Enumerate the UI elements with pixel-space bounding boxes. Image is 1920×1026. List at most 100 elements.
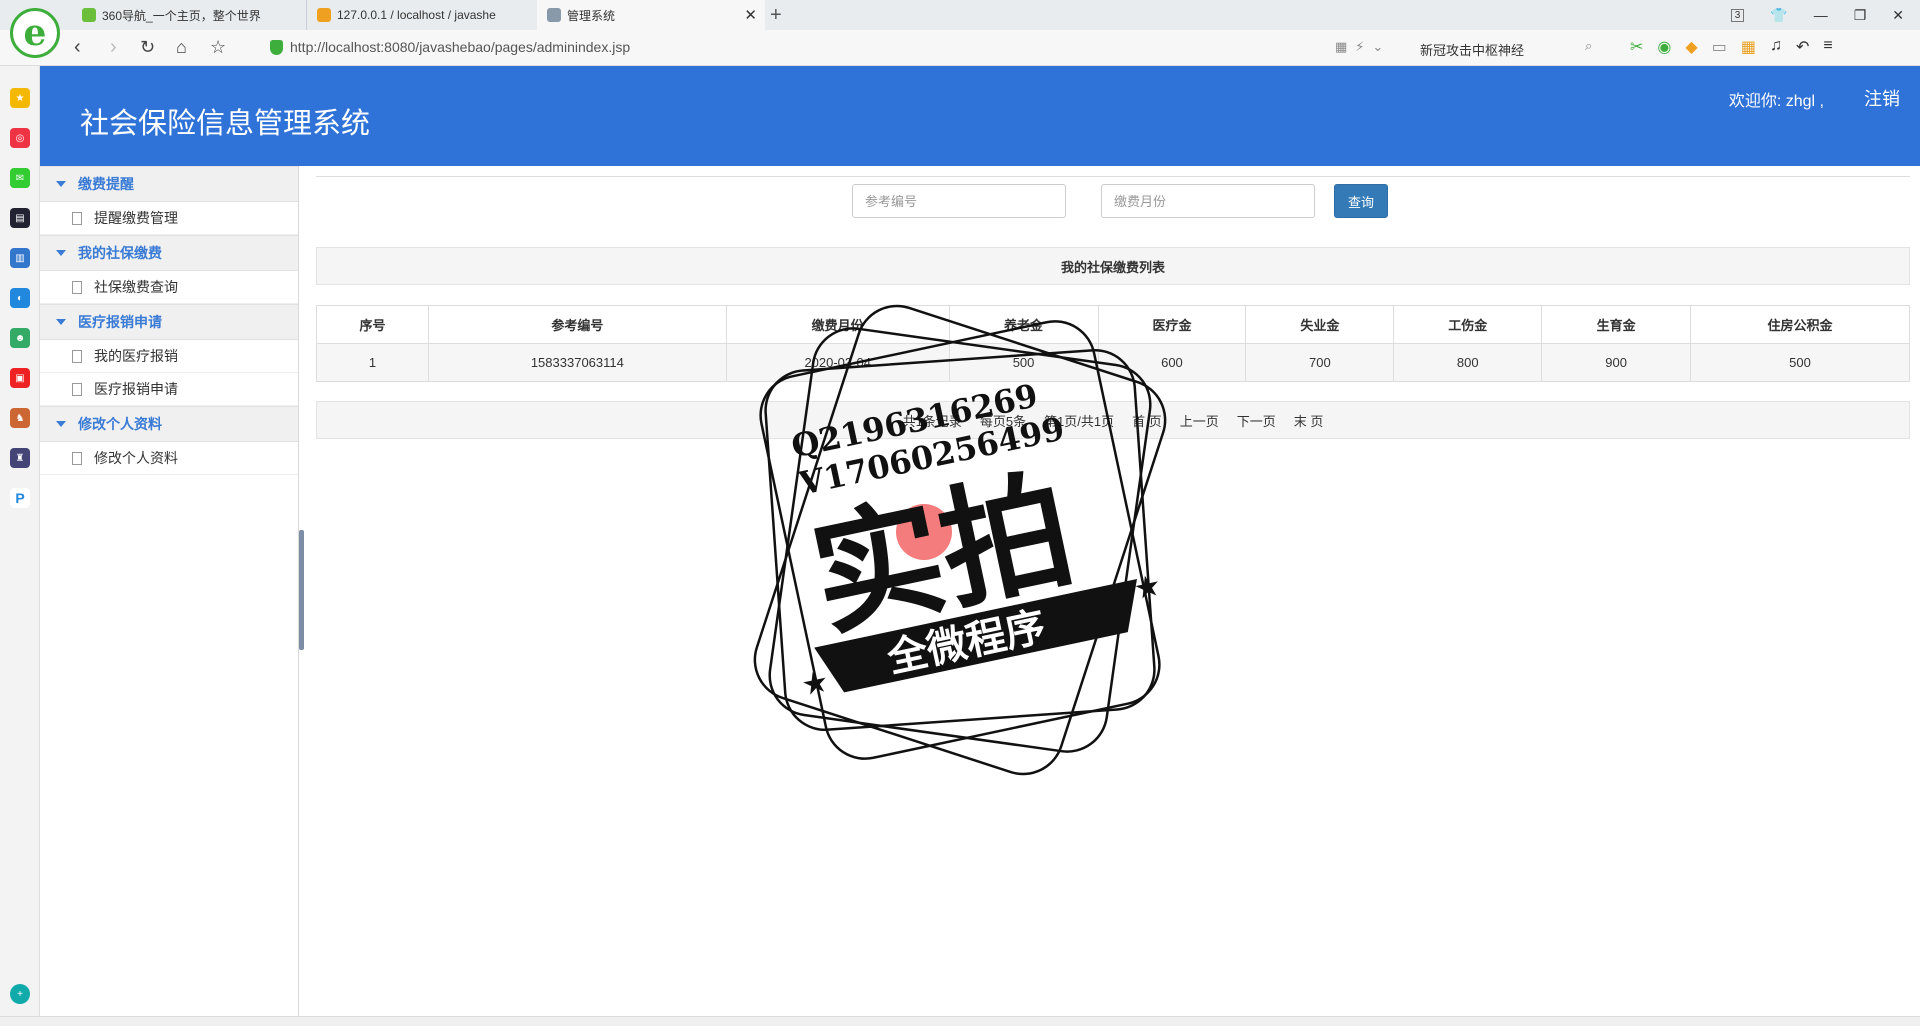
watermark-ribbon-text: 全微程序 — [883, 604, 1050, 682]
bookmark-star-icon[interactable]: ☆ — [210, 37, 226, 58]
address-bar: ‹ › ↻ ⌂ ☆ http://localhost:8080/javasheb… — [0, 30, 1920, 66]
reload-icon[interactable]: ↻ — [140, 37, 155, 58]
chat-app-icon[interactable]: ◐ — [10, 288, 30, 308]
home-icon[interactable]: ⌂ — [176, 37, 187, 58]
col-header-pension: 养老金 — [948, 305, 1099, 344]
close-window-icon[interactable]: ✕ — [1892, 7, 1904, 24]
tab-title: 管理系统 — [567, 8, 616, 23]
menu-group-my-insurance[interactable]: 我的社保缴费 — [40, 235, 298, 271]
browser-tab-360[interactable]: 360导航_一个主页，整个世界 — [72, 0, 300, 30]
menu-group-label: 医疗报销申请 — [78, 314, 162, 330]
url-tools-icons[interactable]: ▦⚡⌄ — [1335, 39, 1391, 55]
prev-page-link[interactable]: 上一页 — [1180, 411, 1219, 430]
game2-app-icon[interactable]: ♞ — [10, 408, 30, 428]
scissors-icon[interactable]: ✂ — [1630, 37, 1643, 57]
close-tab-icon[interactable]: ✕ — [744, 6, 757, 24]
sidebar-menu: 缴费提醒 提醒缴费管理 我的社保缴费 社保缴费查询 医疗报销申请 我的医疗报销 … — [40, 166, 299, 1016]
menu-group-medical-claims[interactable]: 医疗报销申请 — [40, 304, 298, 340]
next-page-link[interactable]: 下一页 — [1237, 411, 1276, 430]
pagination-bar: 共1条记录 每页5条 第1页/共1页 首 页 上一页 下一页 末 页 — [316, 401, 1910, 439]
shop-app-icon[interactable]: ▣ — [10, 368, 30, 388]
shirt-icon[interactable]: 👕 — [1770, 7, 1787, 24]
headphones-icon[interactable]: ♫ — [1770, 37, 1782, 57]
window-controls: 3 👕 — ❐ ✕ — [1730, 0, 1920, 30]
add-app-icon[interactable]: + — [10, 984, 30, 1004]
table-row[interactable]: 1 1583337063114 2020-03-04 500 600 700 8… — [316, 343, 1910, 382]
browser-tab-phpmyadmin[interactable]: 127.0.0.1 / localhost / javashe — [306, 0, 534, 30]
document-icon — [72, 211, 82, 225]
game3-app-icon[interactable]: ♜ — [10, 448, 30, 468]
first-page-link[interactable]: 首 页 — [1132, 411, 1162, 430]
browser-logo-icon[interactable]: e — [10, 8, 60, 58]
menu-group-payment-reminder[interactable]: 缴费提醒 — [40, 166, 298, 202]
restore-icon[interactable]: ❐ — [1854, 7, 1867, 24]
menu-item-reminder-management[interactable]: 提醒缴费管理 — [40, 202, 298, 235]
watermark-star-icon: ★ — [798, 664, 832, 704]
menu-item-label: 提醒缴费管理 — [94, 210, 178, 226]
cell-month: 2020-03-04 — [725, 343, 950, 382]
favorites-star-icon[interactable]: ★ — [10, 88, 30, 108]
menu-item-edit-profile[interactable]: 修改个人资料 — [40, 442, 298, 475]
reference-number-input[interactable] — [852, 184, 1066, 218]
minimize-icon[interactable]: — — [1814, 7, 1828, 23]
browser-search-input[interactable]: 新冠攻击中枢神经 — [1410, 35, 1600, 61]
browser-tab-admin[interactable]: 管理系统 ✕ — [537, 0, 765, 30]
cell-medical: 600 — [1097, 343, 1247, 382]
pay-app-icon[interactable]: P — [10, 488, 30, 508]
menu-item-label: 医疗报销申请 — [94, 381, 178, 397]
new-tab-icon[interactable]: + — [770, 4, 782, 27]
col-header-ref-no: 参考编号 — [427, 305, 727, 344]
cell-index: 1 — [316, 343, 429, 382]
mouse-cursor-highlight — [896, 504, 952, 560]
secure-shield-icon — [270, 40, 283, 55]
page-favicon-icon — [547, 8, 561, 22]
game-app-icon[interactable]: ☻ — [10, 328, 30, 348]
menu-item-my-claims[interactable]: 我的医疗报销 — [40, 340, 298, 373]
menu-item-label: 修改个人资料 — [94, 450, 178, 466]
extension-toolbar: ✂ ◉ ◆ ▭ ▦ ♫ ↶ ≡ — [1630, 37, 1833, 57]
tab-title: 127.0.0.1 / localhost / javashe — [337, 8, 496, 22]
shield-icon[interactable]: ◆ — [1685, 37, 1697, 57]
back-icon[interactable]: ‹ — [74, 36, 81, 59]
mail-icon[interactable]: ✉ — [10, 168, 30, 188]
menu-group-profile[interactable]: 修改个人资料 — [40, 406, 298, 442]
record-count: 共1条记录 — [902, 413, 962, 429]
browser-sidebar: ★ ◎ ✉ ▤ ▥ ◐ ☻ ▣ ♞ ♜ P + — [0, 66, 40, 1016]
document-app-icon[interactable]: ▥ — [10, 248, 30, 268]
menu-item-claim-apply[interactable]: 医疗报销申请 — [40, 373, 298, 406]
tab-count-badge[interactable]: 3 — [1730, 8, 1745, 22]
col-header-medical: 医疗金 — [1097, 305, 1247, 344]
search-icon[interactable]: ⌕ — [1585, 38, 1592, 54]
forward-icon[interactable]: › — [110, 36, 117, 59]
apps-grid-icon[interactable]: ▦ — [1741, 37, 1756, 57]
news-app-icon[interactable]: ▤ — [10, 208, 30, 228]
menu-group-label: 缴费提醒 — [78, 176, 134, 192]
last-page-link[interactable]: 末 页 — [1294, 411, 1324, 430]
weibo-icon[interactable]: ◎ — [10, 128, 30, 148]
app-header: 社会保险信息管理系统 欢迎你: zhgl , 注销 — [40, 66, 1920, 166]
360-favicon-icon — [82, 8, 96, 22]
cell-pension: 500 — [948, 343, 1099, 382]
sidebar-splitter-handle[interactable] — [299, 530, 304, 650]
payment-table: 序号 参考编号 缴费月份 养老金 医疗金 失业金 工伤金 生育金 住房公积金 1… — [316, 305, 1910, 382]
page-info: 第1页/共1页 — [1044, 413, 1115, 429]
image-icon[interactable]: ▭ — [1712, 37, 1727, 57]
query-button[interactable]: 查询 — [1334, 184, 1388, 218]
payment-month-input[interactable] — [1101, 184, 1315, 218]
logout-link[interactable]: 注销 — [1864, 85, 1900, 111]
table-header-row: 序号 参考编号 缴费月份 养老金 医疗金 失业金 工伤金 生育金 住房公积金 — [316, 305, 1910, 344]
menu-icon[interactable]: ≡ — [1823, 37, 1832, 57]
cell-maternity: 900 — [1541, 343, 1692, 382]
col-header-month: 缴费月份 — [725, 305, 950, 344]
url-field[interactable]: http://localhost:8080/javashebao/pages/a… — [290, 39, 630, 55]
undo-icon[interactable]: ↶ — [1796, 37, 1809, 57]
document-icon — [72, 451, 82, 465]
translate-icon[interactable]: ◉ — [1657, 37, 1671, 57]
col-header-injury: 工伤金 — [1393, 305, 1543, 344]
caret-down-icon — [56, 421, 66, 427]
document-icon — [72, 382, 82, 396]
welcome-text: 欢迎你: zhgl , — [1728, 93, 1824, 110]
phpmyadmin-favicon-icon — [317, 8, 331, 22]
cell-injury: 800 — [1393, 343, 1543, 382]
menu-item-payment-query[interactable]: 社保缴费查询 — [40, 271, 298, 304]
